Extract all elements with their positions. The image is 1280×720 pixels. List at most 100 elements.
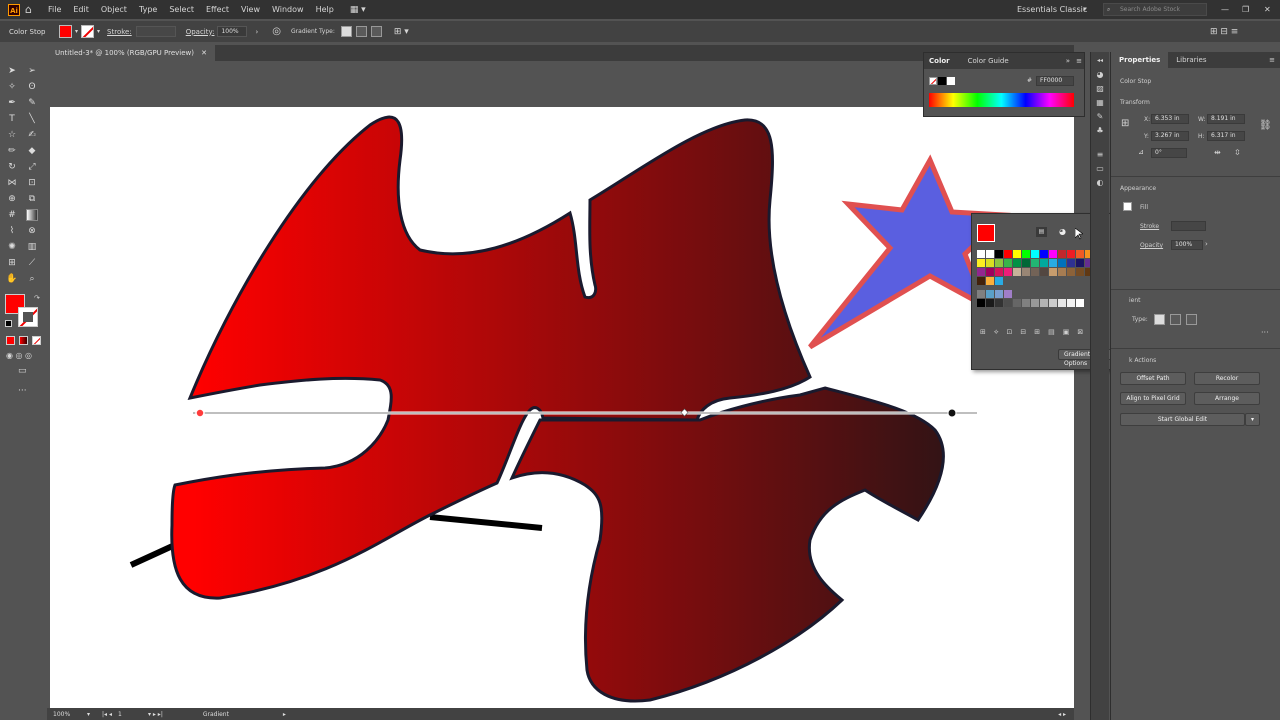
status-arrow-icon[interactable]: ▸	[283, 711, 286, 718]
fill-color-chip[interactable]	[1123, 202, 1132, 211]
color-swatch[interactable]	[1076, 268, 1084, 276]
color-swatch[interactable]	[977, 299, 985, 307]
brushes-panel-icon[interactable]: ✎	[1095, 112, 1106, 122]
swatch-library-icons[interactable]: ⊞⟡⊡⊟⊞▤▣⊠◫	[980, 328, 1106, 337]
color-swatch[interactable]	[1058, 268, 1066, 276]
gradient-panel-icon[interactable]: ▭	[1095, 164, 1106, 174]
w-input[interactable]: 8.191 in	[1207, 114, 1245, 124]
freeform-gradient-type-icon[interactable]	[1186, 314, 1197, 325]
color-swatch[interactable]	[1040, 268, 1048, 276]
color-swatch[interactable]	[1058, 299, 1066, 307]
color-swatch[interactable]	[1004, 290, 1012, 298]
constrain-proportions-icon[interactable]: ⛓	[1259, 120, 1272, 131]
color-swatch[interactable]	[1013, 268, 1021, 276]
artboard-nav-icon[interactable]: |◂ ◂	[102, 711, 112, 718]
opacity-arrow-icon[interactable]: ›	[1205, 240, 1208, 248]
swatches-view-icon[interactable]: ▤	[1036, 227, 1047, 237]
color-swatch[interactable]	[995, 259, 1003, 267]
color-swatch[interactable]	[1058, 250, 1066, 258]
flip-vertical-icon[interactable]: ⇳	[1234, 148, 1241, 157]
color-swatch[interactable]	[977, 277, 985, 285]
color-swatch[interactable]	[1049, 299, 1057, 307]
color-swatch[interactable]	[977, 250, 985, 258]
rotation-input[interactable]: 0°	[1151, 148, 1187, 158]
color-swatch[interactable]	[1004, 250, 1012, 258]
gradient-shape-lower[interactable]	[509, 386, 945, 703]
h-input[interactable]: 6.317 in	[1207, 131, 1245, 141]
active-color-swatch[interactable]	[977, 224, 995, 242]
color-swatch[interactable]	[1076, 259, 1084, 267]
color-swatch[interactable]	[1013, 250, 1021, 258]
color-swatch[interactable]	[1040, 259, 1048, 267]
swatches-panel-icon[interactable]: ▦	[1095, 98, 1106, 108]
gradient-more-options-icon[interactable]: ···	[1261, 328, 1269, 337]
reference-point-icon[interactable]: ⊞	[1121, 118, 1129, 129]
color-swatch[interactable]	[986, 277, 994, 285]
color-picker-view-icon[interactable]: ◕	[1057, 227, 1068, 237]
tab-libraries[interactable]: Libraries	[1168, 52, 1214, 68]
rotate-angle-icon[interactable]: ⊿	[1138, 148, 1144, 156]
background-line-right[interactable]	[429, 514, 543, 531]
color-panel-icon[interactable]: ◕	[1095, 70, 1106, 80]
color-swatch[interactable]	[1067, 259, 1075, 267]
color-swatch[interactable]	[977, 290, 985, 298]
color-swatch[interactable]	[986, 290, 994, 298]
artboard-number[interactable]: 1	[118, 711, 148, 718]
recolor-button[interactable]: Recolor	[1194, 372, 1260, 385]
color-swatch[interactable]	[1040, 299, 1048, 307]
color-swatch[interactable]	[1076, 299, 1084, 307]
global-edit-options-button[interactable]: ▾	[1245, 413, 1260, 426]
color-swatch[interactable]	[995, 250, 1003, 258]
color-swatch[interactable]	[1031, 259, 1039, 267]
x-input[interactable]: 6.353 in	[1151, 114, 1189, 124]
color-swatch[interactable]	[1031, 268, 1039, 276]
artboard-next-icon[interactable]: ▾ ▸ ▸|	[148, 711, 163, 718]
radial-gradient-type-icon[interactable]	[1170, 314, 1181, 325]
dock-collapse-icon[interactable]: ◂◂	[1095, 56, 1106, 66]
color-swatch[interactable]	[977, 259, 985, 267]
color-swatch[interactable]	[1067, 299, 1075, 307]
color-swatch[interactable]	[1049, 259, 1057, 267]
color-swatch[interactable]	[1013, 259, 1021, 267]
color-swatch[interactable]	[1013, 299, 1021, 307]
align-pixel-grid-button[interactable]: Align to Pixel Grid	[1120, 392, 1186, 405]
symbols-panel-icon[interactable]: ♣	[1095, 126, 1106, 136]
color-swatch[interactable]	[995, 290, 1003, 298]
color-swatch[interactable]	[1049, 250, 1057, 258]
color-guide-panel-icon[interactable]: ▨	[1095, 84, 1106, 94]
start-global-edit-button[interactable]: Start Global Edit	[1120, 413, 1245, 426]
color-swatch[interactable]	[1067, 268, 1075, 276]
arrange-button[interactable]: Arrange	[1194, 392, 1260, 405]
color-swatch[interactable]	[1076, 250, 1084, 258]
color-swatch[interactable]	[1022, 250, 1030, 258]
color-swatch[interactable]	[1022, 268, 1030, 276]
hex-input[interactable]: FF0000	[1036, 76, 1074, 86]
linear-gradient-type-icon[interactable]	[1154, 314, 1165, 325]
none-color-icon[interactable]	[929, 77, 937, 85]
color-swatch[interactable]	[995, 277, 1003, 285]
color-swatch[interactable]	[986, 259, 994, 267]
color-swatch[interactable]	[986, 299, 994, 307]
zoom-level[interactable]: 100%	[53, 711, 87, 718]
color-swatch[interactable]	[986, 268, 994, 276]
color-swatch[interactable]	[995, 299, 1003, 307]
status-scroll-icon[interactable]: ◂ ▸	[1058, 711, 1066, 718]
color-swatch[interactable]	[986, 250, 994, 258]
white-color-icon[interactable]	[947, 77, 955, 85]
zoom-chevron-icon[interactable]: ▾	[87, 711, 90, 718]
tab-color[interactable]: Color	[924, 53, 955, 69]
color-swatch[interactable]	[977, 268, 985, 276]
stroke-panel-icon[interactable]: ≡	[1095, 150, 1106, 160]
opacity-input[interactable]: 100%	[1171, 240, 1203, 250]
gradient-start-stop[interactable]	[195, 408, 205, 418]
transparency-panel-icon[interactable]: ◐	[1095, 178, 1106, 188]
color-swatch[interactable]	[1067, 250, 1075, 258]
offset-path-button[interactable]: Offset Path	[1120, 372, 1186, 385]
stroke-label[interactable]: Stroke	[1140, 223, 1159, 230]
color-swatch[interactable]	[1031, 250, 1039, 258]
color-swatch[interactable]	[1004, 299, 1012, 307]
panel-collapse-icon[interactable]: »	[1066, 53, 1070, 69]
flip-horizontal-icon[interactable]: ⇹	[1214, 148, 1221, 157]
color-swatch[interactable]	[1031, 299, 1039, 307]
panel-menu-icon[interactable]: ≡	[1076, 53, 1082, 69]
